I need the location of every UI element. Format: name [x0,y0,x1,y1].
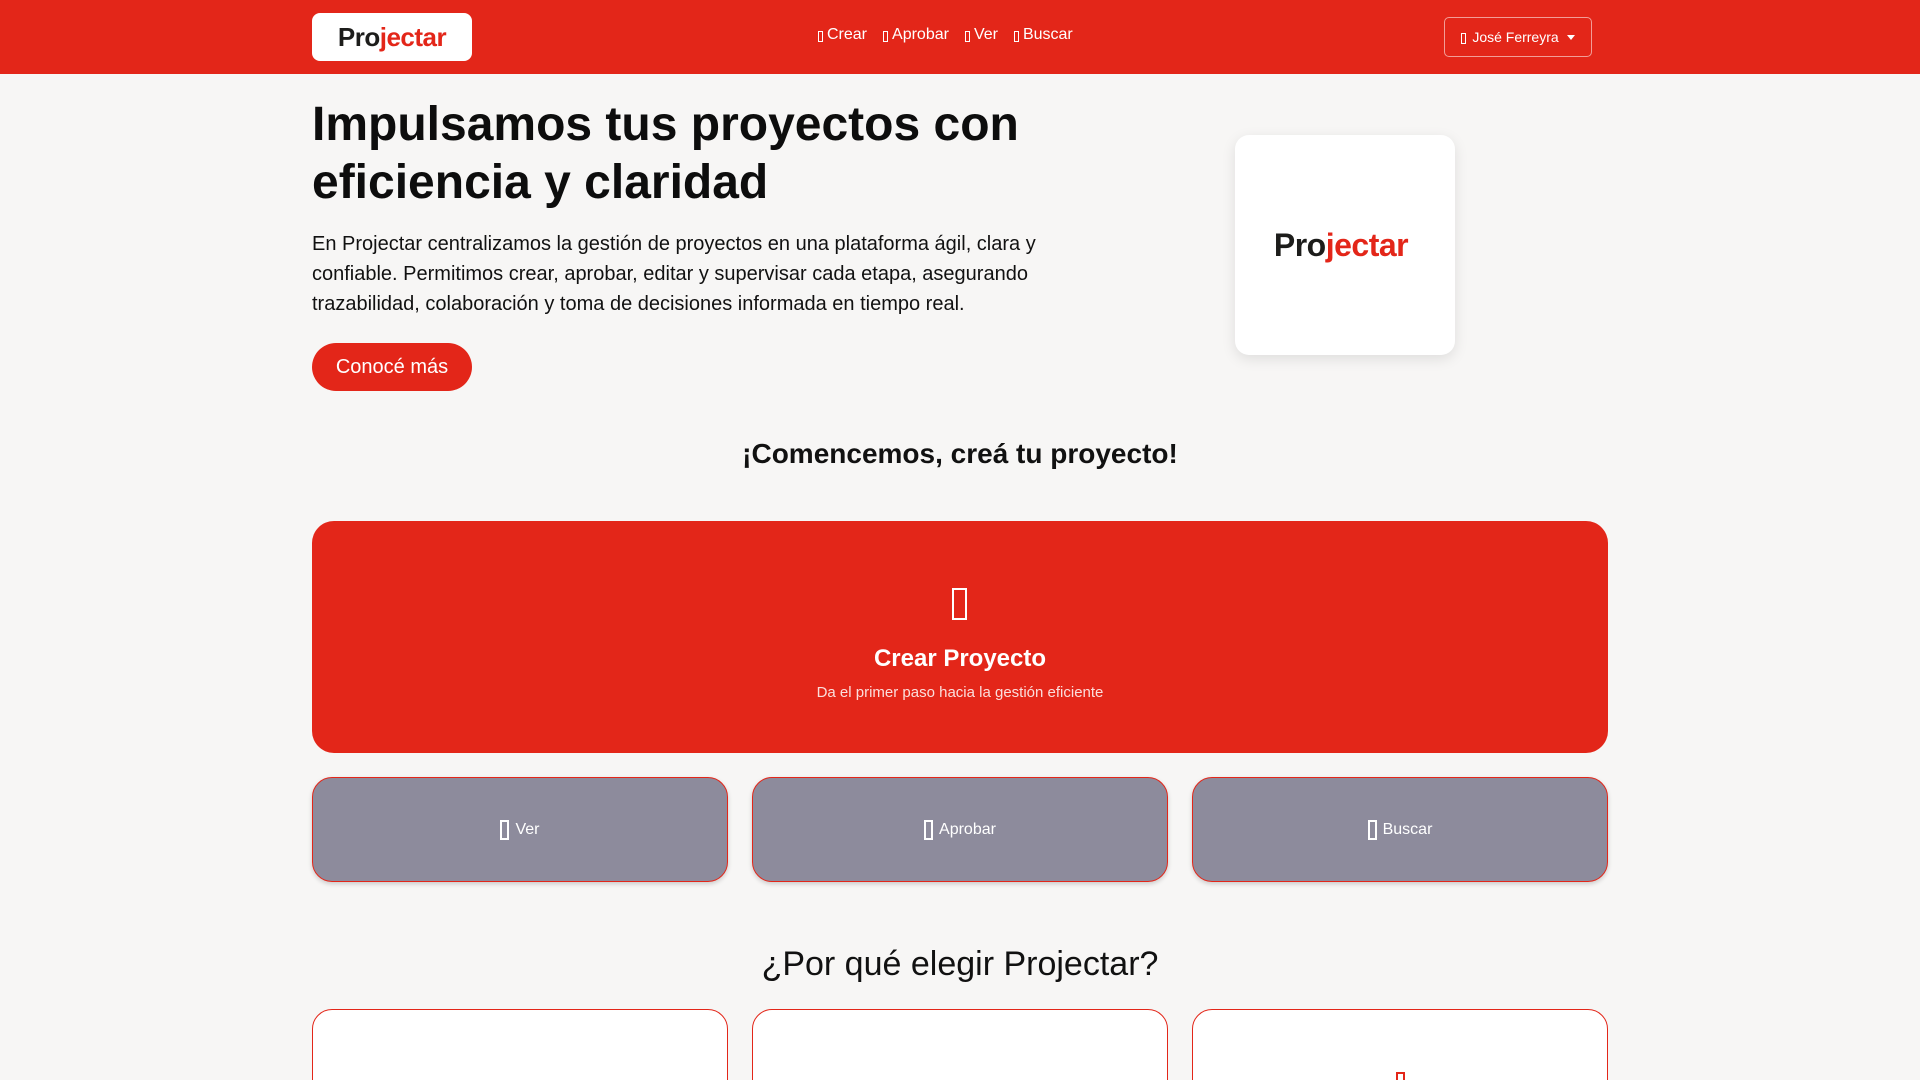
feature-card [1192,1009,1608,1080]
hero-title: Impulsamos tus proyectos con eficiencia … [312,98,1019,209]
create-project-card[interactable]: Crear Proyecto Da el primer paso hacia l… [312,521,1608,753]
search-button[interactable]: Buscar [1192,777,1608,882]
view-button-label: Ver [515,820,540,838]
check-icon [924,819,934,840]
main-nav: Crear Aprobar Ver Buscar [818,26,1073,44]
create-project-title: Crear Proyecto [873,645,1047,672]
brand-wordmark: Projectar [337,21,447,52]
search-button-label: Buscar [1382,820,1433,838]
user-menu-button[interactable]: José Ferreyra [1444,17,1592,57]
approve-button[interactable]: Aprobar [752,777,1168,882]
nav-aprobar-label: Aprobar [892,26,949,43]
start-section-title: ¡Comencemos, creá tu proyecto! [742,438,1178,469]
eye-icon [500,819,510,840]
hero-description: En Projectar centralizamos la gestión de… [312,233,1036,315]
why-section-title: ¿Por qué elegir Projectar? [761,945,1159,983]
hero-logo: Projectar [1273,226,1409,263]
user-icon [1461,32,1467,44]
top-navbar: Projectar Crear Aprobar Ver Buscar José … [0,0,1920,74]
chevron-down-icon [1566,34,1575,40]
hero-logo-card: Projectar [1235,135,1455,355]
brand-logo[interactable]: Projectar [312,13,472,61]
feature-icon [1396,1072,1405,1080]
nav-buscar-label: Buscar [1022,26,1073,43]
view-button[interactable]: Ver [312,777,728,882]
eye-icon [964,30,970,42]
nav-buscar[interactable]: Buscar [1013,26,1073,44]
nav-crear[interactable]: Crear [818,26,867,44]
search-icon [1367,819,1377,840]
search-icon [1013,30,1019,42]
learn-more-button[interactable]: Conocé más [312,343,472,391]
nav-aprobar[interactable]: Aprobar [883,26,949,44]
create-project-subtitle: Da el primer paso hacia la gestión efici… [816,684,1104,701]
plus-icon [818,30,823,42]
feature-card [752,1009,1168,1080]
approve-button-label: Aprobar [939,820,996,838]
check-icon [883,30,889,42]
user-name: José Ferreyra [1472,29,1559,45]
nav-crear-label: Crear [827,26,868,43]
nav-ver-label: Ver [973,26,998,43]
plus-icon [952,588,967,620]
nav-ver[interactable]: Ver [964,26,998,44]
feature-card [312,1009,728,1080]
